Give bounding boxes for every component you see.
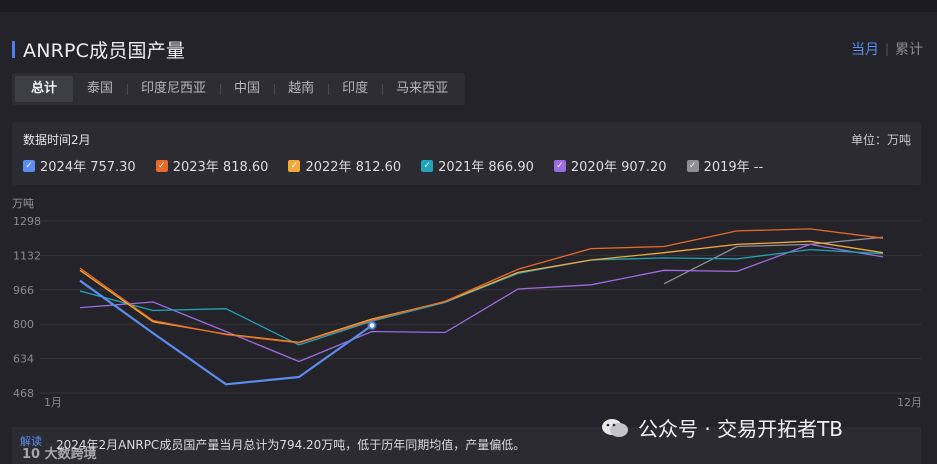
mode-cumulative-button[interactable]: 累计: [895, 39, 923, 59]
info-panel: 数据时间2月 单位：万吨 ✓ 2024年 757.30 ✓ 2023年 818.60 ✓…: [12, 122, 921, 185]
mode-toggle: 当月 | 累计: [851, 39, 923, 59]
series-line: [79, 248, 884, 346]
legend-checkbox-icon[interactable]: ✓: [288, 159, 301, 172]
legend-checkbox-icon[interactable]: ✓: [686, 159, 699, 172]
wechat-icon: [602, 418, 628, 437]
legend-label: 2019年 --: [703, 160, 764, 175]
series-line: [79, 240, 884, 344]
mode-separator: |: [884, 42, 889, 56]
country-tabs: 总计 泰国 印度尼西亚 中国 越南 印度 马来西亚: [12, 73, 466, 105]
section-header: ANRPC成员国产量: [12, 36, 185, 63]
interpretation-text: 2024年2月ANRPC成员国产量当月总计为794.20万吨，低于历年同期均值，…: [56, 438, 526, 452]
legend-label: 2022年 812.60: [305, 160, 402, 175]
legend-checkbox-icon[interactable]: ✓: [155, 159, 168, 172]
top-band: [0, 0, 937, 12]
watermark: 公众号 · 交易开拓者TB: [600, 413, 843, 442]
tab-malaysia[interactable]: 马来西亚: [382, 76, 462, 102]
tab-vietnam[interactable]: 越南: [274, 76, 328, 102]
legend-label: 2020年 907.20: [570, 160, 667, 175]
x-tick-label: 12月: [897, 396, 922, 409]
x-tick-label: 1月: [44, 396, 62, 409]
mode-monthly-button[interactable]: 当月: [851, 39, 879, 59]
legend-checkbox-icon[interactable]: ✓: [23, 159, 35, 172]
y-tick-label: 1298: [13, 215, 41, 228]
tab-indonesia[interactable]: 印度尼西亚: [127, 76, 220, 102]
line-chart: 468 634 800 966 1132 1298 1月 12月: [13, 215, 922, 409]
tab-total[interactable]: 总计: [15, 76, 74, 102]
legend-checkbox-icon[interactable]: ✓: [553, 159, 566, 172]
y-tick-label: 1132: [13, 249, 41, 262]
series-line: [663, 236, 884, 285]
legend-item[interactable]: ✓ 2022年 812.60: [288, 156, 401, 175]
y-tick-label: 800: [13, 318, 34, 331]
page-title: ANRPC成员国产量: [23, 40, 186, 62]
chart-legend: ✓ 2024年 757.30 ✓ 2023年 818.60 ✓ 2022年 812.60 ✓…: [23, 156, 763, 175]
legend-label: 2021年 866.90: [438, 160, 534, 175]
legend-item[interactable]: ✓ 2020年 907.20: [553, 156, 667, 175]
series-line: [79, 243, 884, 363]
tab-thailand[interactable]: 泰国: [73, 76, 127, 102]
tab-china[interactable]: 中国: [220, 76, 274, 102]
legend-label: 2023年 818.60: [172, 160, 269, 175]
y-tick-label: 634: [13, 353, 34, 366]
legend-item[interactable]: ✓ 2021年 866.90: [421, 156, 534, 175]
legend-label: 2024年 757.30: [40, 160, 136, 175]
title-accent-bar: [12, 41, 15, 58]
data-time-label: 数据时间2月: [23, 133, 91, 147]
watermark-text: 公众号 · 交易开拓者TB: [638, 417, 844, 441]
y-tick-label: 966: [13, 284, 34, 297]
y-tick-label: 468: [13, 387, 34, 400]
legend-item[interactable]: ✓ 2019年 --: [686, 156, 764, 175]
legend-item[interactable]: ✓ 2023年 818.60: [155, 156, 269, 175]
legend-item[interactable]: ✓ 2024年 757.30: [23, 156, 136, 175]
legend-checkbox-icon[interactable]: ✓: [421, 159, 434, 172]
highlight-point: [368, 321, 376, 330]
tab-india[interactable]: 印度: [328, 76, 382, 102]
unit-label: 单位：万吨: [850, 133, 911, 147]
